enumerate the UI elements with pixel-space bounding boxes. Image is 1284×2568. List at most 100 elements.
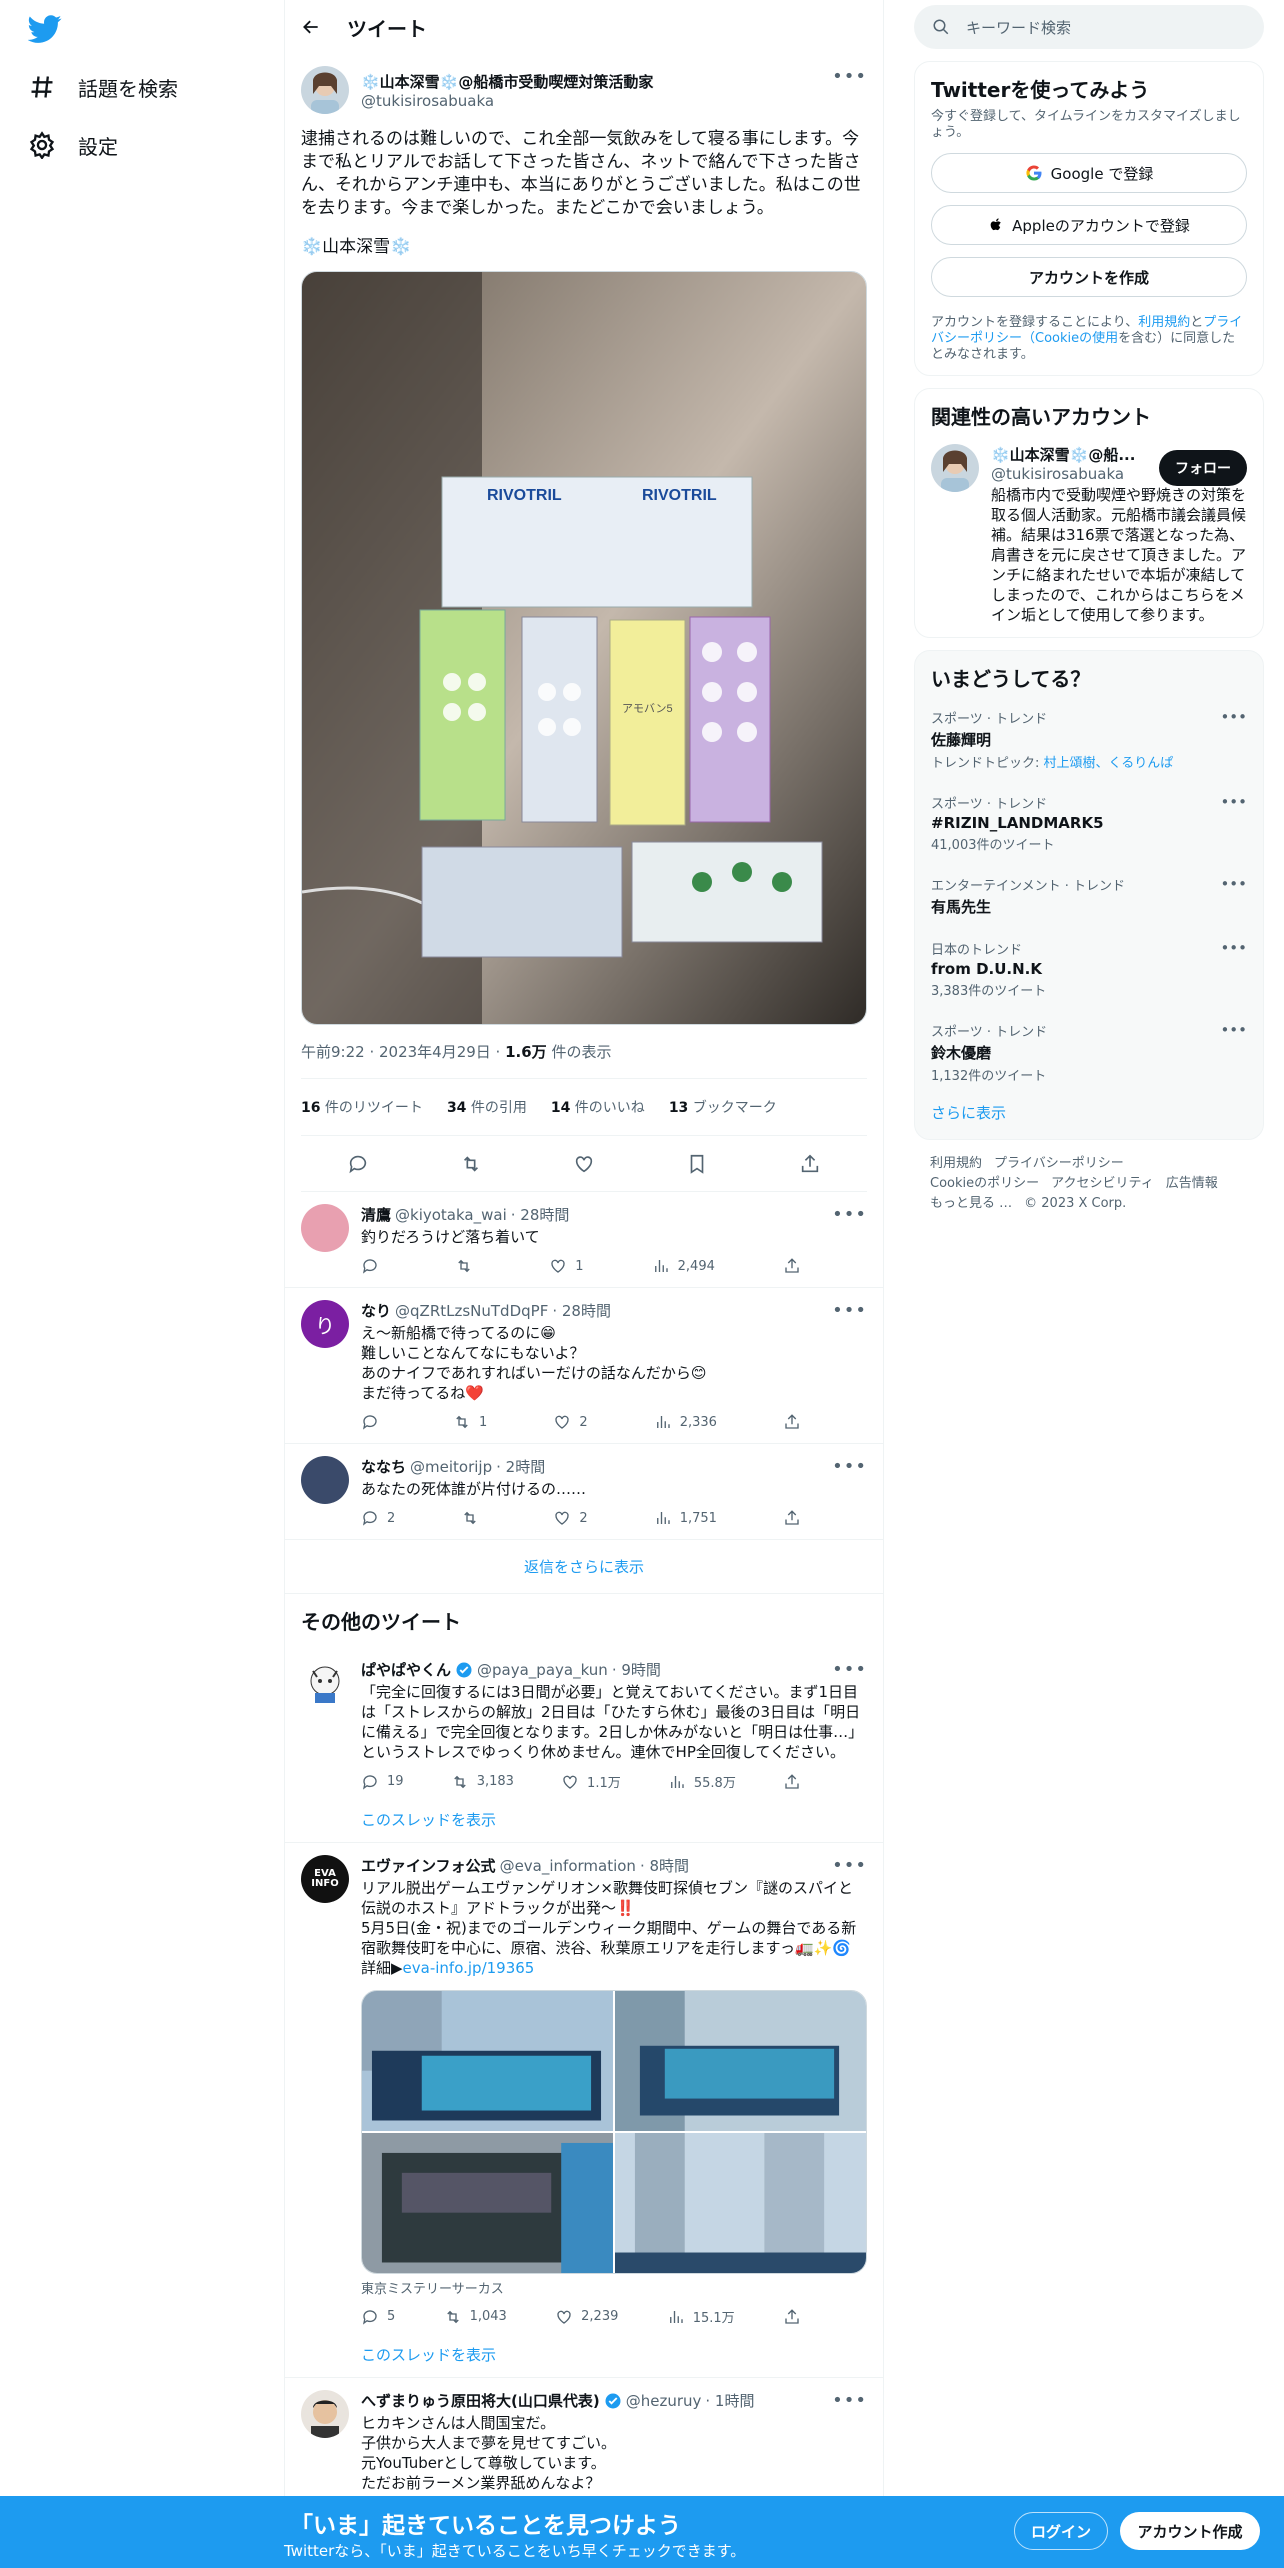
other-tweet[interactable]: EVA INFO エヴァインフォ公式 @eva_information · 8時間 … (285, 1843, 883, 2378)
reply-tweet[interactable]: り なり @qZRtLzsNuTdDqPF · 28時間 ••• え～新船橋で待って… (285, 1288, 883, 1444)
photo-truck-1[interactable] (362, 1991, 613, 2132)
photo-truck-4[interactable] (615, 2133, 866, 2273)
retweet-button[interactable] (461, 1509, 487, 1527)
like-button[interactable]: 2 (553, 1509, 588, 1527)
author-handle[interactable]: @tukisirosabuaka (361, 92, 653, 110)
reply-avatar[interactable]: り (301, 1300, 349, 1348)
trend-item[interactable]: 日本のトレンド from D.U.N.K 3,383件のツイート ••• (931, 929, 1247, 1011)
footer-link[interactable]: アクセシビリティ (1051, 1176, 1154, 1191)
login-button[interactable]: ログイン (1014, 2512, 1108, 2550)
retweet-button[interactable]: 1,043 (444, 2307, 507, 2326)
share-icon[interactable] (799, 1153, 821, 1175)
likes-stat[interactable]: 14 件のいいね (551, 1097, 645, 1117)
photo-truck-3[interactable] (362, 2133, 613, 2273)
more-options-icon[interactable]: ••• (832, 1855, 867, 1876)
back-arrow-icon[interactable] (301, 17, 321, 37)
reply-button[interactable]: 2 (361, 1509, 395, 1527)
author-name[interactable]: ❄️山本深雪❄️@船橋市受動喫煙対策活動家 (361, 71, 653, 92)
reply-button[interactable]: 5 (361, 2307, 395, 2326)
views-button[interactable]: 15.1万 (667, 2307, 735, 2326)
more-options-icon[interactable]: ••• (832, 1204, 867, 1225)
tweet-link[interactable]: eva-info.jp/19365 (403, 1959, 535, 1977)
tweet-time[interactable]: 午前9:22 · 2023年4月29日 · (301, 1043, 505, 1061)
other-name-3[interactable]: へずまりゅう原田将大(山口県代表) (361, 2390, 600, 2411)
retweet-icon[interactable] (460, 1153, 482, 1175)
create-account-button[interactable]: アカウントを作成 (931, 257, 1247, 297)
author-avatar[interactable] (301, 66, 349, 114)
signup-button[interactable]: アカウント作成 (1120, 2512, 1260, 2550)
reply-avatar[interactable] (301, 1204, 349, 1252)
nav-explore[interactable]: 話題を検索 (28, 67, 178, 107)
more-options-icon[interactable]: ••• (832, 1659, 867, 1680)
quotes-stat[interactable]: 34 件の引用 (447, 1097, 527, 1117)
reply-name[interactable]: なり (361, 1300, 391, 1321)
other-handle-3[interactable]: @hezuruy (626, 2392, 702, 2410)
retweet-button[interactable]: 1 (453, 1413, 487, 1431)
reply-button[interactable] (361, 1257, 387, 1275)
footer-more[interactable]: もっと見る … (930, 1196, 1012, 1211)
like-icon[interactable] (573, 1153, 595, 1175)
other-name-2[interactable]: エヴァインフォ公式 (361, 1855, 496, 1876)
reply-tweet[interactable]: ななち @meitorijp · 2時間 ••• あなたの死体誰が片付けるの…… 2… (285, 1444, 883, 1540)
hezuru-avatar[interactable] (301, 2390, 349, 2438)
show-thread-link[interactable]: このスレッドを表示 (361, 2340, 867, 2365)
reply-button[interactable] (361, 1413, 387, 1431)
reply-handle[interactable]: @qZRtLzsNuTdDqPF (395, 1302, 548, 1320)
apple-signup-button[interactable]: Appleのアカウントで登録 (931, 205, 1247, 245)
bookmarks-stat[interactable]: 13 ブックマーク (669, 1097, 777, 1117)
more-options-icon[interactable]: ••• (832, 1300, 867, 1321)
share-button[interactable] (783, 1509, 801, 1527)
reply-tweet[interactable]: 清鷹 @kiyotaka_wai · 28時間 ••• 釣りだろうけど落ち着いて 1… (285, 1192, 883, 1288)
share-button[interactable] (783, 1772, 801, 1791)
related-avatar[interactable] (931, 444, 979, 492)
tweet-photo[interactable]: RIVOTRIL RIVOTRIL アモバン5 (301, 271, 867, 1025)
related-account[interactable]: ❄️山本深雪❄️@船... @tukisirosabuaka 船橋市内で受動喫煙… (931, 444, 1247, 625)
photo-mosaic[interactable] (361, 1990, 867, 2274)
photo-truck-2[interactable] (615, 1991, 866, 2132)
like-button[interactable]: 2,239 (555, 2307, 618, 2326)
reply-name[interactable]: ななち (361, 1456, 406, 1477)
like-button[interactable]: 1.1万 (561, 1772, 621, 1791)
other-handle-2[interactable]: @eva_information (500, 1857, 636, 1875)
payapaya-avatar[interactable] (301, 1659, 349, 1707)
views-button[interactable]: 2,494 (652, 1257, 715, 1275)
like-button[interactable]: 1 (549, 1257, 584, 1275)
more-options-icon[interactable]: ••• (1220, 939, 1247, 957)
more-options-icon[interactable]: ••• (1220, 875, 1247, 893)
retweet-button[interactable]: 3,183 (451, 1772, 514, 1791)
reply-handle[interactable]: @kiyotaka_wai (395, 1206, 507, 1224)
more-options-icon[interactable]: ••• (1220, 793, 1247, 811)
follow-button[interactable]: フォロー (1159, 450, 1247, 486)
trend-item[interactable]: スポーツ · トレンド #RIZIN_LANDMARK5 41,003件のツイート… (931, 783, 1247, 865)
trend-item[interactable]: スポーツ · トレンド 鈴木優磨 1,132件のツイート ••• (931, 1011, 1247, 1096)
other-name-1[interactable]: ぱやぱやくん (361, 1659, 451, 1680)
reply-icon[interactable] (347, 1153, 369, 1175)
share-button[interactable] (783, 1257, 801, 1275)
google-signup-button[interactable]: Google で登録 (931, 153, 1247, 193)
reply-button[interactable]: 19 (361, 1772, 404, 1791)
views-button[interactable]: 55.8万 (668, 1772, 736, 1791)
footer-link[interactable]: 広告情報 (1166, 1176, 1218, 1191)
terms-link[interactable]: 利用規約 (1138, 315, 1190, 330)
search-bar[interactable]: キーワード検索 (914, 5, 1264, 49)
more-options-icon[interactable]: ••• (832, 1456, 867, 1477)
views-button[interactable]: 1,751 (654, 1509, 717, 1527)
more-options-icon[interactable]: ••• (1220, 1021, 1247, 1039)
retweets-stat[interactable]: 16 件のリツイート (301, 1097, 423, 1117)
reply-avatar[interactable] (301, 1456, 349, 1504)
search-input[interactable]: キーワード検索 (966, 17, 1071, 38)
other-tweet[interactable]: ぱやぱやくん @paya_paya_kun · 9時間 ••• 「完全に回復するに… (285, 1647, 883, 1843)
retweet-button[interactable] (455, 1257, 481, 1275)
twitter-logo-icon[interactable] (28, 12, 62, 46)
views-button[interactable]: 2,336 (654, 1413, 717, 1431)
more-options-icon[interactable]: ••• (832, 66, 867, 87)
nav-settings[interactable]: 設定 (28, 125, 118, 165)
show-more-replies-link[interactable]: 返信をさらに表示 (285, 1540, 883, 1594)
trend-item[interactable]: スポーツ · トレンド 佐藤輝明 トレンドトピック: 村上頌樹、くるりんぱ ••• (931, 698, 1247, 783)
reply-handle[interactable]: @meitorijp (410, 1458, 492, 1476)
share-button[interactable] (783, 1413, 801, 1431)
other-handle-1[interactable]: @paya_paya_kun (477, 1661, 608, 1679)
footer-link[interactable]: プライバシーポリシー (994, 1156, 1124, 1171)
footer-link[interactable]: Cookieのポリシー (930, 1176, 1039, 1191)
trend-item[interactable]: エンターテインメント · トレンド 有馬先生 ••• (931, 865, 1247, 929)
